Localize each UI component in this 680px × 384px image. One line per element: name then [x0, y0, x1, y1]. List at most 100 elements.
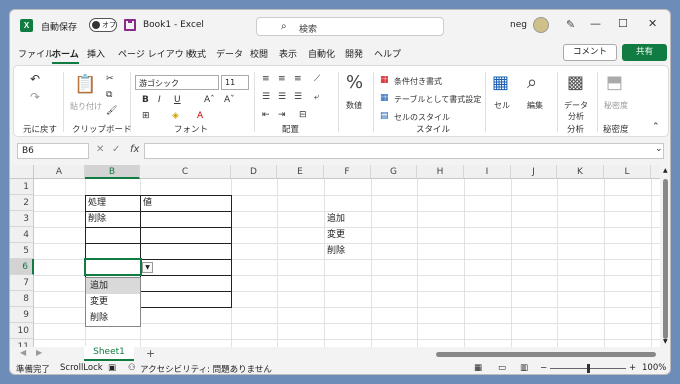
indent-icon[interactable]: ⇥	[278, 110, 286, 120]
paste-icon[interactable]: 📋	[74, 74, 96, 95]
align-center-icon[interactable]: ☰	[278, 92, 286, 102]
dropdown-arrow-icon[interactable]: ▼	[142, 262, 153, 273]
conditional-format-button[interactable]: 条件付き書式	[394, 76, 442, 87]
cut-icon[interactable]: ✂	[106, 74, 114, 84]
column-header-l[interactable]: L	[604, 165, 651, 179]
next-sheet-icon[interactable]: ▶	[36, 348, 42, 357]
bold-button[interactable]: B	[142, 95, 149, 105]
zoom-in-icon[interactable]: +	[629, 363, 636, 373]
tab-data[interactable]: データ	[216, 47, 243, 60]
sensitivity-icon[interactable]: ⬒	[606, 72, 623, 93]
dropdown-option-add[interactable]: 追加	[86, 278, 140, 294]
collapse-ribbon-icon[interactable]: ⌃	[652, 122, 660, 132]
prev-sheet-icon[interactable]: ◀	[20, 348, 26, 357]
maximize-button[interactable]: ☐	[618, 17, 628, 30]
font-color-icon[interactable]: A	[197, 111, 203, 121]
row-header-4[interactable]: 4	[10, 227, 34, 243]
active-cell-b6[interactable]	[84, 258, 142, 276]
tab-page-layout[interactable]: ページ レイアウト	[118, 47, 193, 60]
scroll-down-icon[interactable]: ▼	[663, 338, 668, 345]
cell-b2[interactable]: 処理	[85, 195, 106, 211]
align-top-icon[interactable]: ≡	[262, 74, 270, 84]
formula-input[interactable]	[144, 143, 664, 159]
minimize-button[interactable]: —	[590, 17, 601, 30]
search-box[interactable]: ⌕ 検索	[256, 17, 444, 36]
undo-icon[interactable]: ↶	[30, 72, 40, 86]
tab-file[interactable]: ファイル	[18, 47, 54, 60]
tab-insert[interactable]: 挿入	[87, 47, 105, 60]
select-all-corner[interactable]	[10, 165, 34, 179]
format-as-table-button[interactable]: テーブルとして書式設定	[394, 94, 481, 105]
row-header-11[interactable]: 11	[10, 339, 34, 347]
autosave-toggle[interactable]: オフ	[89, 18, 117, 32]
row-header-9[interactable]: 9	[10, 307, 34, 323]
save-icon[interactable]	[124, 19, 136, 31]
zoom-level[interactable]: 100%	[642, 363, 666, 373]
sheet-tab-sheet1[interactable]: Sheet1	[84, 346, 134, 361]
cell-c2[interactable]: 値	[140, 195, 152, 211]
normal-view-icon[interactable]: ▦	[474, 363, 482, 373]
align-left-icon[interactable]: ☰	[262, 92, 270, 102]
zoom-slider-thumb[interactable]	[587, 364, 590, 373]
row-header-6[interactable]: 6	[10, 259, 34, 275]
tab-review[interactable]: 校閲	[250, 47, 268, 60]
font-size-select[interactable]: 11	[221, 75, 249, 90]
row-header-3[interactable]: 3	[10, 211, 34, 227]
vertical-scroll-thumb[interactable]	[663, 179, 668, 339]
tab-view[interactable]: 表示	[279, 47, 297, 60]
format-painter-icon[interactable]: 🖌	[106, 106, 117, 116]
row-header-1[interactable]: 1	[10, 179, 34, 195]
underline-button[interactable]: U	[174, 95, 181, 105]
fx-icon[interactable]: fx	[130, 144, 139, 155]
column-header-k[interactable]: K	[557, 165, 604, 179]
font-name-select[interactable]: 游ゴシック	[135, 75, 219, 90]
share-button[interactable]: 共有	[622, 44, 667, 61]
status-accessibility[interactable]: アクセシビリティ: 問題ありません	[140, 363, 272, 374]
close-button[interactable]: ✕	[648, 17, 657, 30]
row-header-5[interactable]: 5	[10, 243, 34, 259]
tab-help[interactable]: ヘルプ	[374, 47, 401, 60]
tab-automate[interactable]: 自動化	[308, 47, 335, 60]
dropdown-option-delete[interactable]: 削除	[86, 310, 140, 326]
tab-formulas[interactable]: 数式	[188, 47, 206, 60]
shrink-font-button[interactable]: Aˇ	[224, 95, 235, 105]
column-header-f[interactable]: F	[324, 165, 371, 179]
cell-f5[interactable]: 削除	[324, 243, 345, 259]
redo-icon[interactable]: ↷	[30, 90, 40, 104]
avatar[interactable]	[533, 17, 549, 33]
italic-button[interactable]: I	[158, 95, 161, 105]
fill-color-icon[interactable]: ◈	[172, 111, 179, 121]
comment-button[interactable]: コメント	[563, 44, 617, 61]
align-bottom-icon[interactable]: ≡	[294, 74, 302, 84]
user-name[interactable]: neg	[510, 20, 527, 30]
vertical-scrollbar[interactable]: ▲ ▼	[660, 165, 670, 347]
column-header-e[interactable]: E	[277, 165, 324, 179]
row-header-8[interactable]: 8	[10, 291, 34, 307]
page-layout-view-icon[interactable]: ▭	[498, 363, 506, 373]
scroll-up-icon[interactable]: ▲	[663, 167, 668, 174]
row-header-2[interactable]: 2	[10, 195, 34, 211]
cell-f3[interactable]: 追加	[324, 211, 345, 227]
dropdown-option-change[interactable]: 変更	[86, 294, 140, 310]
expand-formula-icon[interactable]: ⌄	[655, 144, 663, 154]
align-middle-icon[interactable]: ≡	[278, 74, 286, 84]
horizontal-scroll-thumb[interactable]	[436, 352, 656, 357]
pen-icon[interactable]: ✎	[566, 18, 575, 31]
grow-font-button[interactable]: Aˆ	[204, 95, 215, 105]
border-icon[interactable]: ⊞	[142, 111, 150, 121]
row-header-7[interactable]: 7	[10, 275, 34, 291]
column-header-b[interactable]: B	[85, 165, 140, 179]
enter-icon[interactable]: ✓	[112, 144, 120, 155]
outdent-icon[interactable]: ⇤	[262, 110, 270, 120]
page-break-view-icon[interactable]: ▥	[520, 363, 528, 373]
cancel-icon[interactable]: ✕	[96, 144, 104, 155]
align-right-icon[interactable]: ☰	[294, 92, 302, 102]
tab-home[interactable]: ホーム	[52, 47, 79, 64]
column-header-g[interactable]: G	[371, 165, 417, 179]
column-header-d[interactable]: D	[231, 165, 277, 179]
horizontal-scrollbar[interactable]	[428, 351, 664, 358]
copy-icon[interactable]: ⧉	[106, 90, 112, 100]
worksheet-grid[interactable]: A B C D E F G H I J K L 1 2 3 4 5 6 7 8 …	[10, 165, 660, 347]
orientation-icon[interactable]: ⟋	[314, 74, 320, 84]
add-sheet-button[interactable]: +	[146, 347, 155, 360]
